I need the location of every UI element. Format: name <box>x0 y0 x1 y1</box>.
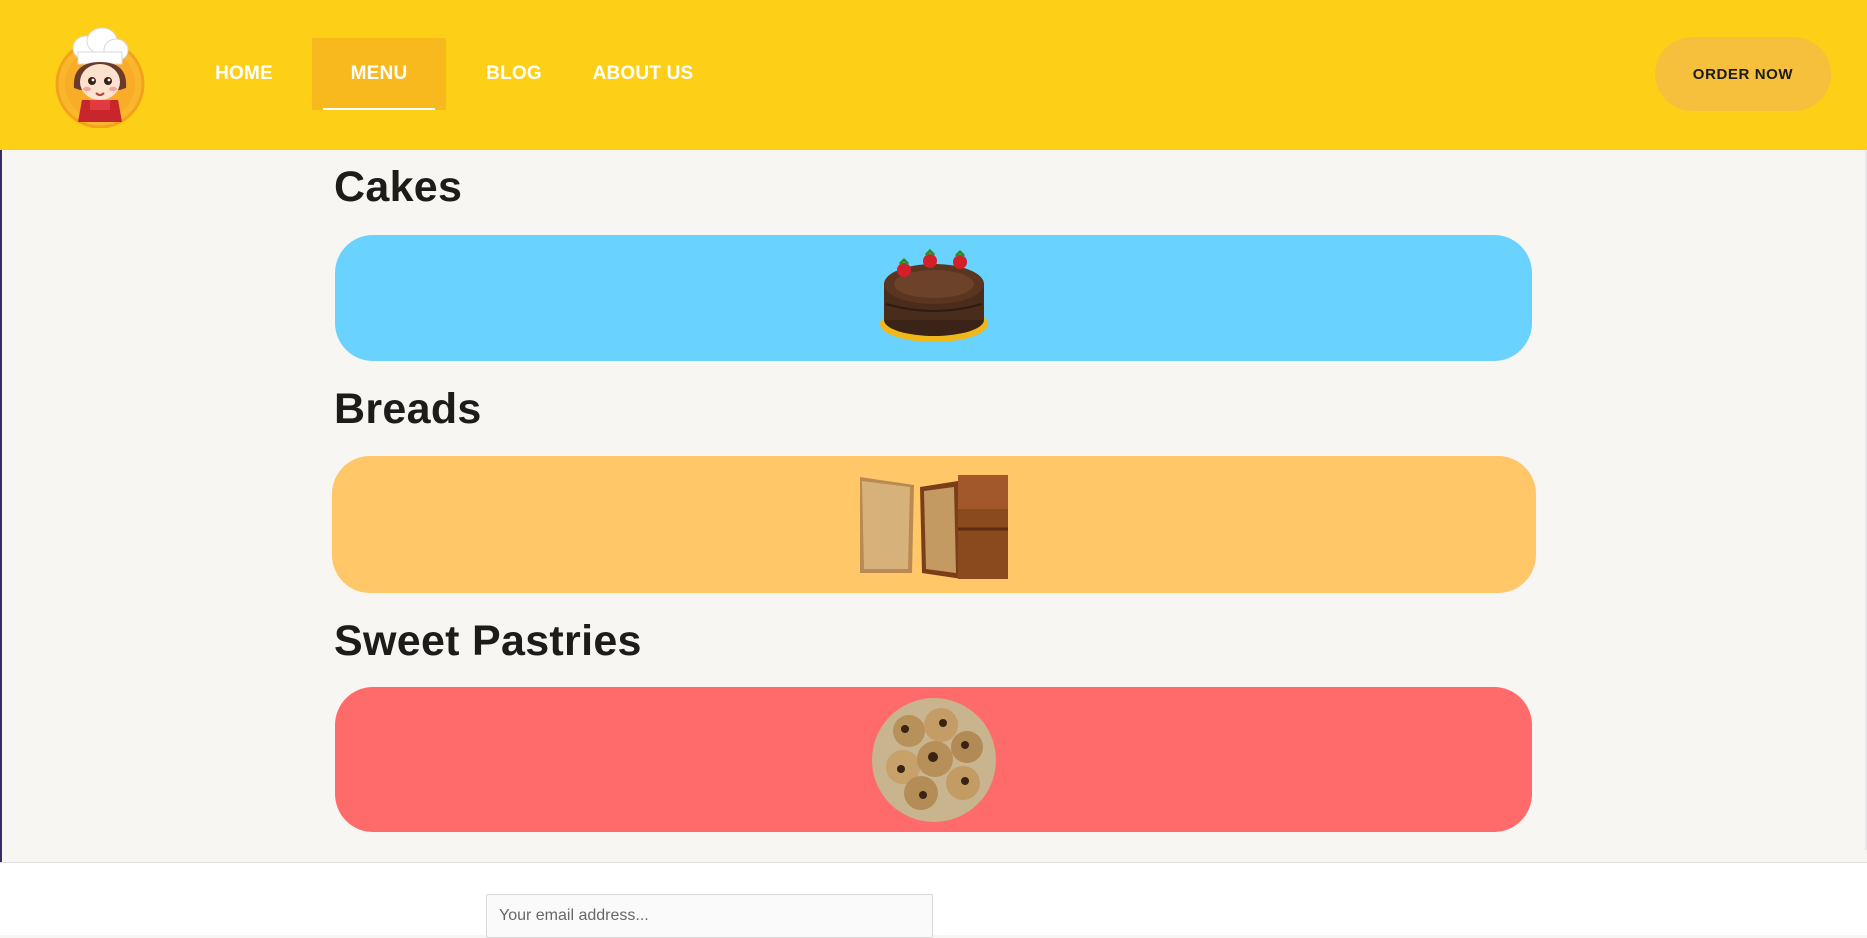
cookies-icon <box>871 697 997 823</box>
newsletter-footer <box>0 862 1867 938</box>
site-header: HOME MENU BLOG ABOUT US ORDER NOW <box>0 0 1867 150</box>
order-now-button[interactable]: ORDER NOW <box>1655 37 1831 111</box>
sweet-pastries-panel[interactable] <box>335 687 1532 832</box>
chocolate-cake-icon <box>878 246 990 350</box>
nav-blog[interactable]: BLOG <box>462 38 566 110</box>
section-title-breads: Breads <box>334 385 482 433</box>
section-title-cakes: Cakes <box>334 163 463 211</box>
nav-about-us[interactable]: ABOUT US <box>588 38 698 110</box>
cakes-panel[interactable] <box>335 235 1532 361</box>
nav-home[interactable]: HOME <box>192 38 296 110</box>
chef-girl-logo-icon[interactable] <box>50 26 148 129</box>
email-input[interactable] <box>486 894 933 938</box>
breads-panel[interactable] <box>332 456 1536 593</box>
banana-bread-icon <box>858 469 1010 581</box>
nav-menu[interactable]: MENU <box>312 38 446 110</box>
section-title-sweet-pastries: Sweet Pastries <box>334 617 642 665</box>
